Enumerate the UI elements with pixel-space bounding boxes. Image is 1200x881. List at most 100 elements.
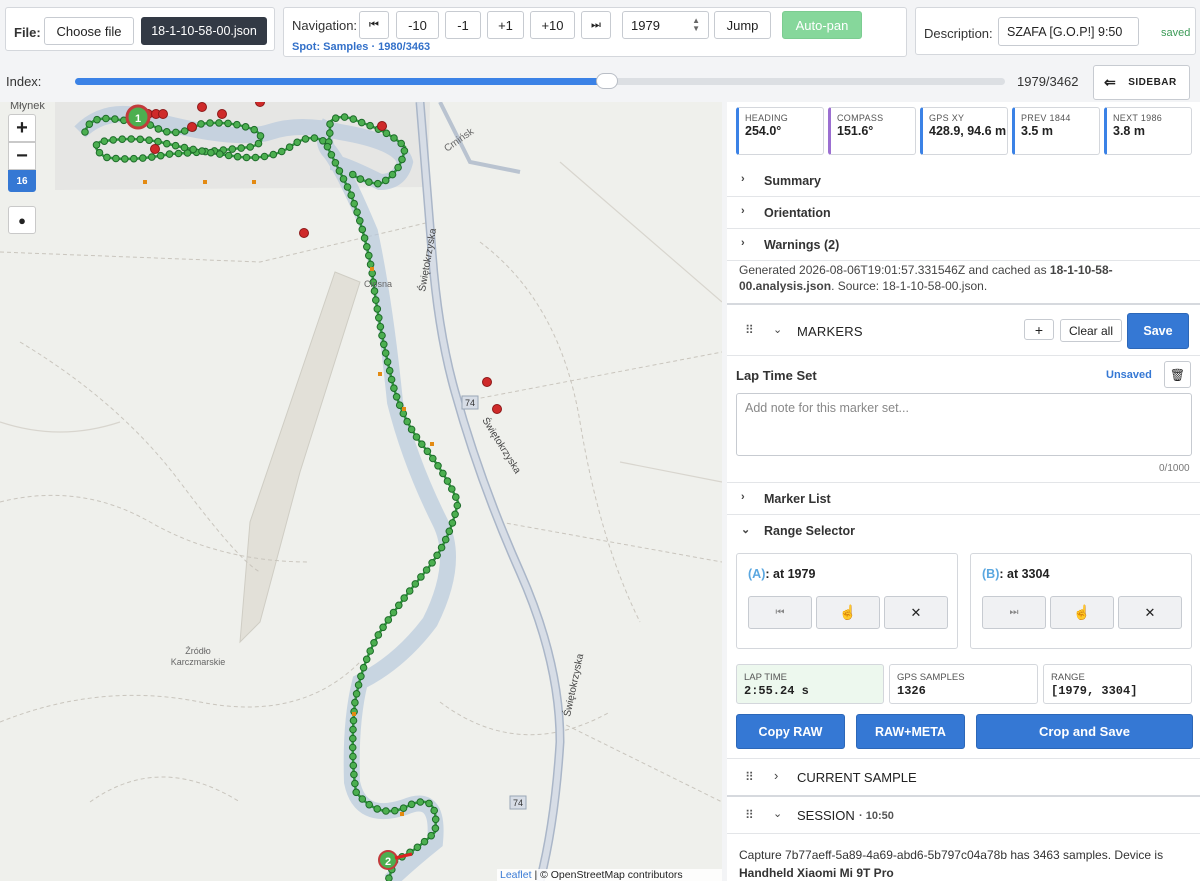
track-sample-dot bbox=[373, 805, 382, 813]
track-sample-dot bbox=[349, 734, 357, 743]
range-a-card: (A): at 1979 ⏮ ☝ ✕ bbox=[736, 553, 958, 649]
palette-icon[interactable]: ● bbox=[8, 206, 36, 234]
sidebar-toggle-button[interactable]: ⇐ SIDEBAR bbox=[1093, 65, 1190, 100]
track-sample-dot bbox=[366, 647, 375, 655]
forward-1-button[interactable]: +1 bbox=[487, 11, 524, 39]
copy-raw-button[interactable]: Copy RAW bbox=[736, 714, 845, 749]
track-sample-dot bbox=[411, 580, 420, 588]
index-stepper[interactable]: 1979 ▲ ▼ bbox=[622, 11, 709, 39]
track-sample-dot bbox=[139, 154, 147, 162]
chevron-right-icon: › bbox=[774, 768, 779, 783]
track-sample-dot bbox=[165, 150, 174, 158]
summary-section-header[interactable]: › Summary bbox=[727, 165, 1200, 196]
range-b-title: (B): at 3304 bbox=[982, 567, 1049, 581]
drag-handle-icon[interactable]: ⠿ bbox=[745, 770, 754, 784]
track-sample-dot bbox=[172, 128, 180, 137]
track-sample-dot bbox=[431, 824, 440, 833]
range-b-set-button[interactable]: ☝ bbox=[1050, 596, 1114, 629]
stat-key: GPS XY bbox=[929, 113, 965, 123]
track-sample-dot bbox=[339, 175, 348, 183]
marker-list-header[interactable]: › Marker List bbox=[727, 483, 1200, 514]
track-sample-dot bbox=[365, 178, 373, 186]
track-sample-dot bbox=[103, 153, 111, 162]
back-10-button[interactable]: -10 bbox=[396, 11, 439, 39]
zoom-in-button[interactable]: + bbox=[8, 114, 36, 142]
range-selector-header[interactable]: ⌄ Range Selector bbox=[727, 515, 1200, 546]
map-attribution: Leaflet | © OpenStreetMap contributors bbox=[497, 869, 722, 881]
jump-button[interactable]: Jump bbox=[714, 11, 771, 39]
warnings-section-header[interactable]: › Warnings (2) bbox=[727, 229, 1200, 260]
first-sample-button[interactable]: ⏮ bbox=[359, 11, 389, 39]
choose-file-button[interactable]: Choose file bbox=[44, 17, 134, 45]
current-sample-header[interactable]: ⠿ › CURRENT SAMPLE bbox=[727, 759, 1200, 795]
track-sample-dot bbox=[112, 154, 120, 163]
navigation-panel: Navigation: ⏮ -10 -1 +1 +10 ⏭ 1979 ▲ ▼ Ju… bbox=[283, 7, 907, 57]
track-sample-dot bbox=[254, 139, 263, 148]
range-a-clear-button[interactable]: ✕ bbox=[884, 596, 948, 629]
track-sample-dot bbox=[433, 551, 441, 560]
place-label-ciosna: Ciosna bbox=[364, 279, 392, 289]
range-a-jump-button[interactable]: ⏮ bbox=[748, 596, 812, 629]
range-b-clear-button[interactable]: ✕ bbox=[1118, 596, 1182, 629]
raw-meta-button[interactable]: RAW+META bbox=[856, 714, 965, 749]
orientation-section-header[interactable]: › Orientation bbox=[727, 197, 1200, 228]
track-sample-dot bbox=[326, 120, 334, 128]
track-sample-dot bbox=[145, 136, 153, 145]
add-marker-button[interactable]: + bbox=[1024, 319, 1054, 340]
last-sample-button[interactable]: ⏭ bbox=[581, 11, 611, 39]
track-sample-dot bbox=[382, 129, 391, 138]
end-marker-label: 2 bbox=[385, 856, 391, 868]
track-sample-dot bbox=[381, 349, 390, 357]
clear-all-button[interactable]: Clear all bbox=[1060, 319, 1122, 342]
back-1-button[interactable]: -1 bbox=[445, 11, 481, 39]
forward-10-button[interactable]: +10 bbox=[530, 11, 575, 39]
session-header[interactable]: ⠿ ⌄ SESSION · 10:50 bbox=[727, 797, 1200, 833]
skip-back-icon: ⏮ bbox=[775, 607, 785, 618]
start-marker-label: 1 bbox=[135, 113, 141, 125]
drag-handle-icon[interactable]: ⠿ bbox=[745, 808, 754, 822]
index-counter: 1979/3462 bbox=[1017, 74, 1079, 89]
track-sample-dot bbox=[250, 125, 258, 134]
index-label: Index: bbox=[6, 74, 42, 89]
stepper-arrows-icon[interactable]: ▲ ▼ bbox=[692, 17, 700, 33]
crop-and-save-button[interactable]: Crop and Save bbox=[976, 714, 1193, 749]
track-sample-dot bbox=[347, 191, 356, 199]
track-sample-dot bbox=[388, 170, 397, 179]
place-label-mlynek: Młynek bbox=[10, 102, 45, 112]
track-sample-dot bbox=[375, 314, 383, 322]
track-sample-dot bbox=[399, 409, 408, 418]
track-sample-dot bbox=[350, 770, 358, 779]
stat-key: NEXT 1986 bbox=[1113, 113, 1163, 123]
track-sample-dot bbox=[293, 138, 302, 147]
track-sample-dot bbox=[394, 163, 402, 172]
index-slider-handle[interactable] bbox=[595, 73, 618, 89]
track-sample-dot bbox=[242, 153, 251, 162]
description-panel: Description: SZAFA [G.O.P!] 9:50 saved bbox=[915, 7, 1196, 55]
index-slider[interactable] bbox=[75, 73, 1005, 89]
track-sample-dot bbox=[391, 806, 399, 815]
track-sample-dot bbox=[418, 440, 426, 449]
range-b-jump-button[interactable]: ⏭ bbox=[982, 596, 1046, 629]
track-sample-dot bbox=[216, 150, 224, 158]
chevron-down-icon[interactable]: ⌄ bbox=[773, 323, 782, 336]
description-input[interactable]: SZAFA [G.O.P!] 9:50 bbox=[998, 17, 1139, 46]
leaflet-link[interactable]: Leaflet bbox=[500, 869, 532, 881]
marker-note-textarea[interactable]: Add note for this marker set... bbox=[736, 393, 1192, 456]
range-b-card: (B): at 3304 ⏭ ☝ ✕ bbox=[970, 553, 1192, 649]
range-a-set-button[interactable]: ☝ bbox=[816, 596, 880, 629]
session-time: · 10:50 bbox=[859, 810, 894, 822]
chevron-right-icon: › bbox=[741, 491, 745, 503]
map-view[interactable]: 1 2 Młynek Cmińsk Ciosna Świętokrzyska Ś… bbox=[0, 102, 722, 881]
track-sample-dot bbox=[370, 639, 378, 647]
track-sample-dot bbox=[379, 623, 387, 632]
generated-info: Generated 2026-08-06T19:01:57.331546Z an… bbox=[739, 263, 1189, 294]
track-sample-dot bbox=[390, 134, 398, 142]
track-sample-dot bbox=[148, 153, 156, 161]
track-sample-dot bbox=[356, 217, 364, 225]
drag-handle-icon[interactable]: ⠿ bbox=[745, 323, 754, 337]
track-sample-dot bbox=[403, 417, 412, 426]
zoom-out-button[interactable]: − bbox=[8, 142, 36, 170]
delete-marker-set-button[interactable]: 🗑 bbox=[1164, 361, 1191, 388]
auto-pan-toggle[interactable]: Auto-pan bbox=[782, 11, 862, 39]
save-markers-button[interactable]: Save bbox=[1127, 313, 1189, 349]
